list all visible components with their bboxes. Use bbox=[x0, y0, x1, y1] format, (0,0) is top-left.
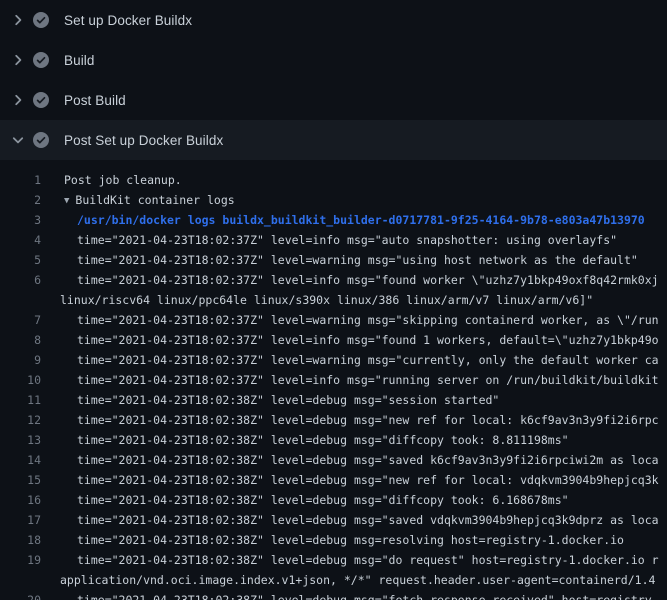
log-text: Post job cleanup. bbox=[64, 173, 182, 187]
line-number bbox=[0, 290, 41, 310]
log-text: time="2021-04-23T18:02:38Z" level=debug … bbox=[77, 453, 659, 467]
line-number[interactable]: 3 bbox=[0, 210, 41, 230]
step-title: Build bbox=[64, 53, 95, 68]
step-header-post-set-up-docker-buildx[interactable]: Post Set up Docker Buildx bbox=[0, 120, 667, 160]
log-row: 5 time="2021-04-23T18:02:37Z" level=warni… bbox=[0, 250, 667, 270]
check-circle-icon bbox=[33, 12, 49, 28]
log-row: 14 time="2021-04-23T18:02:38Z" level=debu… bbox=[0, 450, 667, 470]
log-text: time="2021-04-23T18:02:37Z" level=warnin… bbox=[77, 313, 659, 327]
line-number[interactable]: 20 bbox=[0, 590, 41, 600]
log-text: application/vnd.oci.image.index.v1+json,… bbox=[60, 573, 655, 587]
check-circle-icon bbox=[33, 92, 49, 108]
log-row: 16 time="2021-04-23T18:02:38Z" level=debu… bbox=[0, 490, 667, 510]
line-number[interactable]: 1 bbox=[0, 170, 41, 190]
line-number[interactable]: 15 bbox=[0, 470, 41, 490]
chevron-down-icon bbox=[10, 132, 26, 148]
log-row: 20 time="2021-04-23T18:02:38Z" level=debu… bbox=[0, 590, 667, 600]
log-text: time="2021-04-23T18:02:37Z" level=warnin… bbox=[77, 353, 659, 367]
log-text: time="2021-04-23T18:02:37Z" level=info m… bbox=[77, 273, 659, 287]
chevron-right-icon bbox=[10, 92, 26, 108]
log-text: time="2021-04-23T18:02:38Z" level=debug … bbox=[77, 553, 659, 567]
line-number[interactable]: 12 bbox=[0, 410, 41, 430]
line-number[interactable]: 8 bbox=[0, 330, 41, 350]
line-number[interactable]: 5 bbox=[0, 250, 41, 270]
check-circle-icon bbox=[33, 132, 49, 148]
log-text: time="2021-04-23T18:02:37Z" level=info m… bbox=[77, 233, 617, 247]
line-number[interactable]: 16 bbox=[0, 490, 41, 510]
log-text: time="2021-04-23T18:02:38Z" level=debug … bbox=[77, 513, 659, 527]
log-text: time="2021-04-23T18:02:38Z" level=debug … bbox=[77, 393, 499, 407]
step-header-build[interactable]: Build bbox=[0, 40, 667, 80]
log-group-header[interactable]: 2 ▼ BuildKit container logs bbox=[0, 190, 667, 210]
log-text: time="2021-04-23T18:02:37Z" level=info m… bbox=[77, 373, 659, 387]
log-text: time="2021-04-23T18:02:38Z" level=debug … bbox=[77, 433, 569, 447]
line-number[interactable]: 9 bbox=[0, 350, 41, 370]
log-row: 3/usr/bin/docker logs buildx_buildkit_bu… bbox=[0, 210, 667, 230]
step-title: Set up Docker Buildx bbox=[64, 13, 192, 28]
log-text: time="2021-04-23T18:02:38Z" level=debug … bbox=[77, 533, 624, 547]
log-row: 6 time="2021-04-23T18:02:37Z" level=info … bbox=[0, 270, 667, 290]
log-text: time="2021-04-23T18:02:38Z" level=debug … bbox=[77, 593, 659, 600]
log-text: time="2021-04-23T18:02:38Z" level=debug … bbox=[77, 493, 569, 507]
line-number[interactable]: 4 bbox=[0, 230, 41, 250]
log-row: 8 time="2021-04-23T18:02:37Z" level=info … bbox=[0, 330, 667, 350]
line-number[interactable]: 18 bbox=[0, 530, 41, 550]
line-number[interactable]: 2 bbox=[0, 190, 41, 210]
line-number[interactable]: 17 bbox=[0, 510, 41, 530]
log-text: time="2021-04-23T18:02:37Z" level=warnin… bbox=[77, 253, 638, 267]
log-row: 13 time="2021-04-23T18:02:38Z" level=debu… bbox=[0, 430, 667, 450]
log-text: time="2021-04-23T18:02:38Z" level=debug … bbox=[77, 473, 659, 487]
step-title: Post Set up Docker Buildx bbox=[64, 133, 223, 148]
log-command-text: /usr/bin/docker logs buildx_buildkit_bui… bbox=[77, 213, 645, 227]
log-row: 12 time="2021-04-23T18:02:38Z" level=debu… bbox=[0, 410, 667, 430]
chevron-right-icon bbox=[10, 12, 26, 28]
log-text: BuildKit container logs bbox=[75, 193, 234, 207]
log-row: 19 time="2021-04-23T18:02:38Z" level=debu… bbox=[0, 550, 667, 570]
line-number bbox=[0, 570, 41, 590]
log-output: 1 Post job cleanup. 2 ▼ BuildKit container l… bbox=[0, 160, 667, 600]
line-number[interactable]: 10 bbox=[0, 370, 41, 390]
log-row: linux/riscv64 linux/ppc64le linux/s390x … bbox=[0, 290, 667, 310]
group-collapse-triangle-icon[interactable]: ▼ bbox=[64, 196, 69, 206]
log-text: time="2021-04-23T18:02:37Z" level=info m… bbox=[77, 333, 659, 347]
chevron-right-icon bbox=[10, 52, 26, 68]
log-row: 4 time="2021-04-23T18:02:37Z" level=info … bbox=[0, 230, 667, 250]
log-row: 9 time="2021-04-23T18:02:37Z" level=warni… bbox=[0, 350, 667, 370]
line-number[interactable]: 6 bbox=[0, 270, 41, 290]
line-number[interactable]: 14 bbox=[0, 450, 41, 470]
log-row: 15 time="2021-04-23T18:02:38Z" level=debu… bbox=[0, 470, 667, 490]
log-row: 17 time="2021-04-23T18:02:38Z" level=debu… bbox=[0, 510, 667, 530]
actions-log-viewer: Set up Docker Buildx Build Post Build Po… bbox=[0, 0, 667, 600]
check-circle-icon bbox=[33, 52, 49, 68]
log-row: 1 Post job cleanup. bbox=[0, 170, 667, 190]
log-text: linux/riscv64 linux/ppc64le linux/s390x … bbox=[60, 293, 593, 307]
log-row: 7 time="2021-04-23T18:02:37Z" level=warni… bbox=[0, 310, 667, 330]
log-text: time="2021-04-23T18:02:38Z" level=debug … bbox=[77, 413, 659, 427]
line-number[interactable]: 11 bbox=[0, 390, 41, 410]
step-title: Post Build bbox=[64, 93, 126, 108]
step-header-post-build[interactable]: Post Build bbox=[0, 80, 667, 120]
line-number[interactable]: 19 bbox=[0, 550, 41, 570]
line-number[interactable]: 7 bbox=[0, 310, 41, 330]
log-row: application/vnd.oci.image.index.v1+json,… bbox=[0, 570, 667, 590]
line-number[interactable]: 13 bbox=[0, 430, 41, 450]
log-row: 10 time="2021-04-23T18:02:37Z" level=info… bbox=[0, 370, 667, 390]
log-row: 18 time="2021-04-23T18:02:38Z" level=debu… bbox=[0, 530, 667, 550]
log-row: 11 time="2021-04-23T18:02:38Z" level=debu… bbox=[0, 390, 667, 410]
step-header-set-up-docker-buildx[interactable]: Set up Docker Buildx bbox=[0, 0, 667, 40]
